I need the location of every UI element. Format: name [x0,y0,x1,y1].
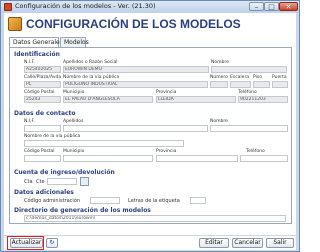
provincia-field[interactable]: LLEIDA [156,96,236,103]
contacto-telefono-field[interactable] [240,155,288,162]
footer-divider [4,235,296,236]
maximize-button[interactable]: □ [264,2,279,11]
nombre-field[interactable] [211,66,287,73]
nombre-label: Nombre [211,60,229,65]
section-cuenta: Cuenta de ingreso/devolución [14,169,115,176]
tab-panel: Identificación N.I.F. Apellidos o Razón … [9,47,292,224]
piso-field[interactable] [253,81,270,88]
contacto-nif-field[interactable] [24,125,61,132]
letras-etiqueta-field[interactable] [190,197,206,204]
municipio-field[interactable]: EL PALAU D'ANGLESOLA [63,96,153,103]
codigo-admin-label: Código administración [24,198,81,204]
telefono-label: Teléfono [238,90,257,95]
letras-etiqueta-label: Letras de la etiqueta [128,198,180,204]
highlight-box [7,236,44,250]
nif-label: N.I.F. [24,60,35,65]
contacto-apellidos-field[interactable] [63,125,208,132]
contacto-provincia-label: Provincia [156,149,177,154]
municipio-label: Municipio [63,90,85,95]
contacto-nombre-label: Nombre [210,119,228,124]
contacto-apellidos-label: Apellidos [63,119,84,124]
window-title: Configuración de los modelos - Ver. (21.… [15,2,156,10]
app-icon [4,3,12,11]
contacto-nif-label: N.I.F. [24,119,35,124]
via-field[interactable]: POLIGONO INDUSTRIAL [63,81,208,88]
numero-label: Número [210,75,228,80]
telefono-field[interactable]: 902211203 [238,96,288,103]
provincia-label: Provincia [156,90,177,95]
salir-button[interactable]: Salir [266,238,294,248]
window-content: CONFIGURACIÓN DE LOS MODELOS Datos Gener… [4,13,296,250]
escalera-label: Escalera [230,75,250,80]
via-label: Nombre de la vía pública [63,75,120,80]
bank-lookup-icon[interactable] [80,177,89,186]
escalera-field[interactable] [230,81,251,88]
cp-label: Código Postal [24,90,55,95]
tab-modelos[interactable]: Modelos [60,37,89,47]
contacto-municipio-label: Municipio [63,149,85,154]
minimize-button[interactable]: – [249,2,264,11]
directorio-field[interactable]: c:\demos_datos\2011\eurowin\ [24,215,286,222]
numero-field[interactable] [210,81,228,88]
close-button[interactable]: ✕ [279,2,298,11]
contacto-municipio-field[interactable] [63,155,153,162]
cancelar-button[interactable]: Cancelar [232,238,263,248]
page-title: CONFIGURACIÓN DE LOS MODELOS [26,17,241,31]
puerta-field[interactable] [272,81,288,88]
contacto-cp-field[interactable] [24,155,61,162]
codigo-admin-field[interactable] [90,197,120,204]
cta-label: Cta [24,179,33,185]
contacto-via-label: Nombre de la vía pública [24,134,81,139]
section-directorio: Directorio de generación de los modelos [14,207,151,214]
cte-label: Cte [36,179,45,185]
contacto-via-field[interactable] [24,140,184,147]
contacto-provincia-field[interactable] [156,155,238,162]
contacto-nombre-field[interactable] [210,125,288,132]
section-contacto: Datos de contacto [14,110,76,117]
contacto-cp-label: Código Postal [24,149,55,154]
calle-field[interactable]: PL [24,81,61,88]
contacto-telefono-label: Teléfono [246,149,265,154]
title-bar[interactable]: Configuración de los modelos - Ver. (21.… [1,1,299,13]
puerta-label: Puerta [272,75,287,80]
refresh-icon[interactable]: ↻ [46,238,58,248]
cuenta-field[interactable] [47,178,77,185]
cp-field[interactable]: 25243 [24,96,61,103]
editar-button[interactable]: Editar [199,238,229,248]
models-icon [8,17,22,31]
header: CONFIGURACIÓN DE LOS MODELOS [4,13,296,35]
nif-field[interactable]: A25402025 [24,66,61,73]
apellidos-label: Apellidos o Razón Social [63,60,118,65]
piso-label: Piso [253,75,262,80]
apellidos-field[interactable]: EUROWIN DEMO [63,66,209,73]
section-adicionales: Datos adicionales [14,189,74,196]
calle-label: Calle/Plaza/Avda [24,75,62,80]
section-identificacion: Identificación [14,51,60,58]
app-window: Configuración de los modelos - Ver. (21.… [0,0,300,252]
